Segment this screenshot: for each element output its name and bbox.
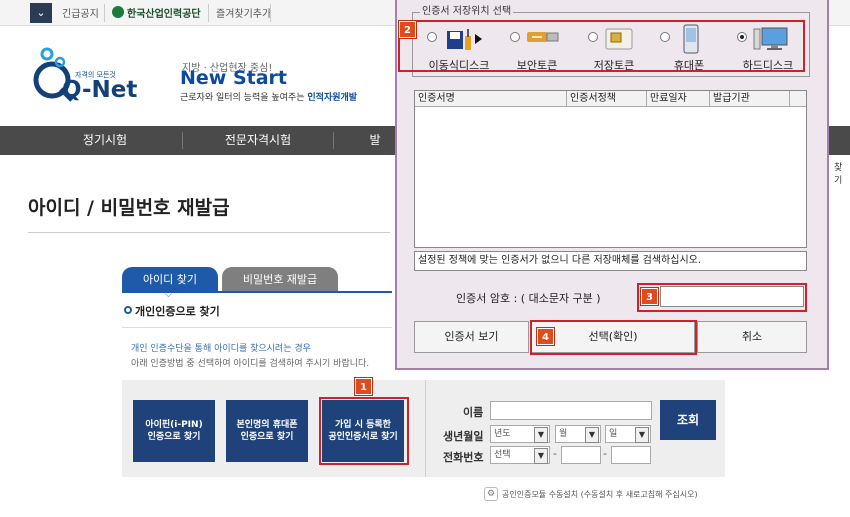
chevron-down-icon: ▼: [534, 448, 548, 464]
slogan-sub-prefix: 근로자와 일터의 능력을 높여주는: [180, 93, 305, 103]
chevron-down-icon[interactable]: ⌄: [30, 3, 52, 23]
step-marker-2: 2: [399, 21, 416, 38]
title-divider: [28, 232, 390, 233]
ipin-auth-button[interactable]: 아이핀(i-PIN) 인증으로 찾기: [133, 400, 215, 462]
device-label-security-token: 보안토큰: [516, 59, 558, 72]
radio-smart-card[interactable]: [588, 32, 598, 42]
mobile-phone-icon: [683, 24, 699, 54]
tab-find-id[interactable]: 아이디 찾기: [122, 267, 218, 292]
radio-removable-disk[interactable]: [427, 32, 437, 42]
column-header-cert-name[interactable]: 인증서명: [415, 91, 567, 107]
mobile-auth-line1: 본인명의 휴대폰: [236, 419, 298, 430]
nav-item-partial[interactable]: 발: [360, 126, 390, 155]
step-marker-1: 1: [355, 378, 372, 395]
lookup-button[interactable]: 조회: [660, 400, 716, 440]
step-marker-3: 3: [641, 288, 658, 305]
highlight-box-1: [319, 397, 409, 465]
highlight-box-3: [637, 283, 807, 312]
slogan-sub-emphasis: 인적자원개발: [307, 93, 358, 103]
nav-divider: [333, 132, 334, 149]
column-header-expiry-date[interactable]: 만료일자: [647, 91, 710, 107]
birth-month-select[interactable]: 월 ▼: [555, 425, 601, 443]
page-title: 아이디 / 비밀번호 재발급: [28, 197, 230, 219]
phone-prefix-value: 선택: [494, 450, 511, 460]
birth-day-select[interactable]: 일 ▼: [605, 425, 651, 443]
certificate-list[interactable]: [414, 90, 807, 248]
phone-prefix-select[interactable]: 선택 ▼: [490, 446, 550, 464]
phone-dash: -: [553, 447, 557, 460]
chevron-down-icon: ▼: [534, 427, 548, 443]
mobile-auth-line2: 인증으로 찾기: [240, 432, 294, 442]
smart-card-icon: [605, 28, 633, 50]
computer-icon: [753, 27, 788, 50]
name-input[interactable]: [490, 401, 652, 420]
step-marker-4: 4: [537, 328, 554, 345]
info-text-line1: 개인 인증수단을 통해 아이디를 찾으시려는 경우: [131, 344, 311, 354]
storage-location-label: 인증서 저장위치 선택: [420, 2, 514, 17]
chevron-down-icon: ▼: [585, 427, 599, 443]
circle-bullet-icon: [124, 306, 132, 314]
security-token-icon: [527, 32, 559, 42]
highlight-box-4: [530, 320, 697, 355]
org-name-link[interactable]: 한국산업인력공단: [127, 5, 201, 20]
tab-underline: [122, 291, 392, 293]
status-message: 설정된 정책에 맞는 인증서가 없으니 다른 저장매체를 검색하십시오.: [414, 251, 807, 271]
add-favorites-link[interactable]: 즐겨찾기추가: [216, 5, 271, 20]
side-link-partial[interactable]: 찾기: [834, 160, 850, 186]
divider: [270, 4, 271, 22]
chevron-down-icon: ⌵: [165, 290, 172, 300]
main-nav: 정기시험 전문자격시험 발: [0, 126, 395, 155]
column-header-cert-policy[interactable]: 인증서정책: [567, 91, 647, 107]
view-certificate-button[interactable]: 인증서 보기: [414, 321, 529, 353]
nav-right-segment: [829, 126, 850, 155]
device-label-removable-disk: 이동식디스크: [428, 59, 490, 72]
gear-icon[interactable]: ⚙: [484, 487, 498, 501]
birthdate-label: 생년월일: [443, 430, 484, 443]
chevron-down-icon: ▼: [635, 427, 649, 443]
device-label-hard-disk: 하드디스크: [742, 59, 794, 72]
ipin-auth-line1: 아이핀(i-PIN): [145, 419, 203, 430]
radio-security-token[interactable]: [510, 32, 520, 42]
mobile-auth-button[interactable]: 본인명의 휴대폰인증으로 찾기: [226, 400, 308, 462]
radio-mobile-phone[interactable]: [660, 32, 670, 42]
column-header-filler: [790, 91, 806, 107]
birth-year-select[interactable]: 년도 ▼: [490, 425, 550, 443]
cancel-button[interactable]: 취소: [697, 321, 807, 353]
birth-day-value: 일: [609, 429, 618, 439]
ipin-auth-line2: 인증으로 찾기: [147, 432, 201, 442]
logo-name[interactable]: Q-Net: [62, 77, 137, 103]
device-label-mobile-phone: 휴대폰: [673, 59, 705, 72]
divider: [208, 4, 209, 22]
slogan-main: New Start: [180, 67, 287, 89]
usb-disk-icon: [447, 29, 482, 50]
device-label-smart-card: 저장토큰: [593, 59, 635, 72]
phone-dash: -: [603, 447, 607, 460]
emergency-notice-link[interactable]: 긴급공지: [62, 5, 99, 20]
info-text-line2: 아래 인증방법 중 선택하여 아이디를 검색하여 주시기 바랍니다.: [131, 359, 370, 369]
birth-month-value: 월: [559, 429, 568, 439]
password-label: 인증서 암호 : ( 대소문자 구분 ): [456, 292, 601, 305]
nav-item-professional-exam[interactable]: 전문자격시험: [183, 126, 333, 155]
column-header-issuer[interactable]: 발급기관: [710, 91, 790, 107]
nav-item-regular-exam[interactable]: 정기시험: [28, 126, 182, 155]
slogan-sub: 근로자와 일터의 능력을 높여주는 인적자원개발: [180, 90, 357, 103]
divider: [104, 4, 105, 22]
radio-hard-disk[interactable]: [737, 32, 747, 42]
phone-label: 전화번호: [443, 451, 484, 464]
tab-reissue-password[interactable]: 비밀번호 재발급: [222, 267, 338, 292]
phone-last-input[interactable]: [611, 446, 651, 464]
section-subheading: 개인인증으로 찾기: [135, 305, 220, 318]
name-label: 이름: [463, 406, 484, 419]
manual-install-link[interactable]: 공인인증모듈 수동설치 (수동설치 후 새로고침해 주십시오): [502, 489, 698, 500]
phone-middle-input[interactable]: [561, 446, 601, 464]
org-logo-icon: [112, 6, 124, 18]
birth-year-value: 년도: [494, 429, 511, 439]
